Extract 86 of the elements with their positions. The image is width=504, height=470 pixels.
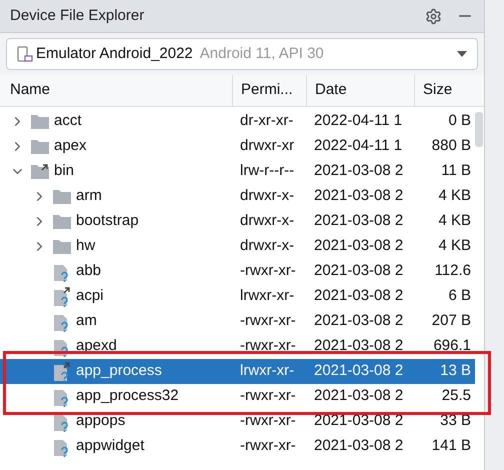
file-row[interactable]: bootstrap drwxr-x- 2021-03-08 2 4 KB — [0, 209, 475, 234]
file-row[interactable]: app_process32 -rwxr-xr- 2021-03-08 2 25.5 — [0, 384, 475, 409]
size-cell-text: 112.6 — [434, 261, 472, 282]
file-name: arm — [76, 186, 102, 206]
size-cell-text: 4 KB — [437, 211, 472, 232]
file-name: bin — [54, 161, 74, 182]
file-name: appwidget — [76, 436, 144, 456]
permissions-cell-text: lrwxr-xr- — [239, 286, 296, 306]
file-row[interactable]: bin lrw-r--r-- 2021-03-08 2 11 B — [0, 159, 475, 184]
permissions-cell-text: -rwxr-xr- — [239, 261, 297, 282]
date-cell-text: 2022-04-11 1 — [313, 111, 404, 132]
column-header[interactable]: Date — [306, 75, 414, 106]
folder-icon — [53, 189, 71, 204]
date-cell-text: 2022-04-11 1 — [313, 136, 404, 156]
file-name: am — [76, 311, 97, 332]
folder-icon — [53, 239, 71, 254]
file-row[interactable]: apex drwxr-xr 2022-04-11 1 880 B — [0, 134, 475, 159]
size-cell-text: 4 KB — [437, 186, 472, 206]
size-cell-text: 4 KB — [437, 236, 472, 256]
file-name: apex — [54, 136, 87, 156]
permissions-cell-text: -rwxr-xr- — [239, 386, 297, 406]
file-name: app_process32 — [76, 386, 179, 406]
date-cell-text: 2021-03-08 2 — [313, 261, 404, 282]
permissions-cell-text: drwxr-x- — [239, 236, 296, 256]
size-cell-text: 880 B — [430, 136, 472, 156]
date-cell-text: 2021-03-08 2 — [313, 436, 404, 456]
file-row[interactable]: apexd -rwxr-xr- 2021-03-08 2 696.1 — [0, 334, 475, 359]
permissions-cell-text: -rwxr-xr- — [239, 411, 297, 432]
file-name: appops — [76, 411, 126, 432]
settings-icon[interactable] — [425, 8, 442, 24]
folder-icon — [53, 214, 71, 229]
file-row[interactable]: acct dr-xr-xr- 2022-04-11 1 0 B — [0, 109, 475, 134]
file-row[interactable]: am -rwxr-xr- 2021-03-08 2 207 B — [0, 309, 475, 334]
column-header[interactable]: Name — [0, 75, 232, 106]
date-cell-text: 2021-03-08 2 — [313, 161, 404, 182]
file-name: hw — [76, 236, 96, 256]
size-cell-text: 696.1 — [432, 336, 472, 356]
panel-title: Device File Explorer — [10, 6, 146, 26]
permissions-cell-text: -rwxr-xr- — [239, 336, 297, 356]
column-header[interactable]: Permi... — [232, 75, 306, 106]
size-cell-text: 141 B — [430, 436, 472, 456]
file-link-unknown-icon — [53, 362, 71, 382]
size-cell-text: 25.5 — [440, 386, 472, 406]
device-icon — [17, 46, 33, 62]
file-name: abb — [76, 261, 102, 282]
file-row[interactable]: app_process lrwxr-xr- 2021-03-08 2 13 B — [0, 359, 475, 384]
file-name: acpi — [76, 286, 104, 306]
device-detail: Android 11, API 30 — [200, 44, 325, 64]
folder-icon — [31, 114, 49, 129]
date-cell-text: 2021-03-08 2 — [313, 336, 404, 356]
permissions-cell-text: drwxr-x- — [239, 186, 296, 206]
date-cell-text: 2021-03-08 2 — [313, 386, 404, 406]
permissions-cell-text: drwxr-x- — [239, 211, 296, 232]
size-cell-text: 6 B — [447, 286, 472, 306]
folder-icon — [31, 139, 49, 154]
file-name: app_process — [76, 361, 162, 382]
file-name: acct — [54, 111, 82, 132]
device-name: Emulator Android_2022 — [36, 44, 193, 64]
file-row[interactable]: appwidget -rwxr-xr- 2021-03-08 2 141 B — [0, 434, 475, 459]
size-cell-text: 0 B — [447, 111, 472, 132]
date-cell-text: 2021-03-08 2 — [313, 236, 404, 256]
size-cell-text: 207 B — [430, 311, 472, 332]
file-link-unknown-icon — [53, 286, 71, 306]
scrollbar[interactable] — [475, 112, 483, 147]
file-row[interactable]: arm drwxr-x- 2021-03-08 2 4 KB — [0, 184, 475, 209]
size-cell-text: 11 B — [440, 161, 472, 182]
file-name: bootstrap — [76, 211, 139, 232]
permissions-cell-text: lrwxr-xr- — [239, 361, 296, 382]
date-cell-text: 2021-03-08 2 — [313, 286, 404, 306]
permissions-cell-text: lrw-r--r-- — [239, 161, 296, 182]
device-dropdown[interactable]: Emulator Android_2022 Android 11, API 30 — [6, 38, 478, 70]
permissions-cell-text: -rwxr-xr- — [239, 436, 297, 456]
folder-link-icon — [31, 164, 49, 179]
file-name: apexd — [76, 336, 117, 356]
file-row[interactable]: acpi lrwxr-xr- 2021-03-08 2 6 B — [0, 284, 475, 309]
size-cell-text: 13 B — [439, 361, 472, 382]
date-cell-text: 2021-03-08 2 — [313, 186, 404, 206]
dropdown-caret-icon — [457, 51, 467, 57]
date-cell-text: 2021-03-08 2 — [313, 361, 404, 382]
file-row[interactable]: hw drwxr-x- 2021-03-08 2 4 KB — [0, 234, 475, 259]
permissions-cell-text: -rwxr-xr- — [239, 311, 297, 332]
file-row[interactable]: abb -rwxr-xr- 2021-03-08 2 112.6 — [0, 259, 475, 284]
permissions-cell-text: dr-xr-xr- — [239, 111, 294, 132]
date-cell-text: 2021-03-08 2 — [313, 311, 404, 332]
permissions-cell-text: drwxr-xr — [239, 136, 296, 156]
date-cell-text: 2021-03-08 2 — [313, 211, 404, 232]
